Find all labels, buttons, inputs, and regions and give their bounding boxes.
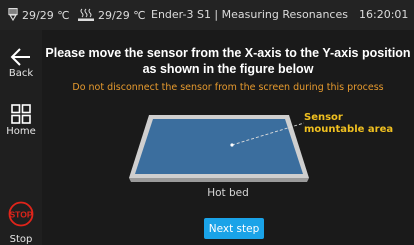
area-pointer-dot	[230, 143, 234, 147]
bed-temp-value: 29/29 ℃	[98, 8, 146, 22]
clock: 16:20:01	[359, 8, 408, 21]
stop-button[interactable]: STOP Stop	[0, 201, 42, 245]
back-label: Back	[8, 68, 34, 79]
screen-title: Ender-3 S1 | Measuring Resonances	[151, 8, 348, 21]
screen-title-text: Ender-3 S1 | Measuring Resonances	[151, 8, 348, 21]
back-button[interactable]: Back	[0, 48, 42, 79]
back-arrow-icon	[10, 48, 30, 66]
stop-icon: STOP	[8, 201, 34, 227]
area-label: Sensor mountable area	[304, 112, 394, 135]
main-panel: Please move the sensor from the X-axis t…	[42, 30, 414, 245]
clock-text: 16:20:01	[359, 8, 409, 21]
nozzle-temp: 29/29 ℃	[7, 8, 70, 22]
stop-icon-text: STOP	[10, 210, 33, 220]
next-step-button[interactable]: Next step	[204, 218, 264, 239]
bed-temp: 29/29 ℃	[77, 8, 146, 22]
hotbed-side	[129, 178, 309, 182]
nozzle-icon	[8, 8, 18, 22]
status-bar: 29/29 ℃ 29/29 ℃ Ender-3 S1 | Measuring R…	[0, 0, 414, 30]
home-grid-icon	[11, 104, 31, 124]
sidebar: Back Home STOP Stop	[0, 30, 42, 245]
sensor-mountable-area	[135, 119, 303, 174]
stop-label: Stop	[9, 234, 33, 245]
nozzle-temp-value: 29/29 ℃	[22, 8, 70, 22]
home-button[interactable]: Home	[0, 104, 42, 137]
home-label: Home	[6, 126, 36, 137]
hotbed-icon	[78, 8, 94, 21]
hotbed-label: Hot bed	[207, 187, 249, 199]
